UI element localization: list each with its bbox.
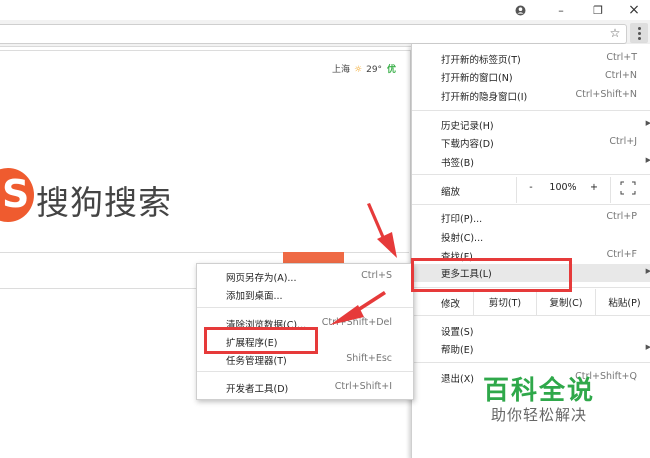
arrow-to-extensions-icon <box>330 291 386 325</box>
arrow-to-more-tools-icon <box>367 203 397 258</box>
watermark-subtitle: 助你轻松解决 <box>491 406 588 424</box>
watermark-title: 百科全说 <box>483 376 596 406</box>
